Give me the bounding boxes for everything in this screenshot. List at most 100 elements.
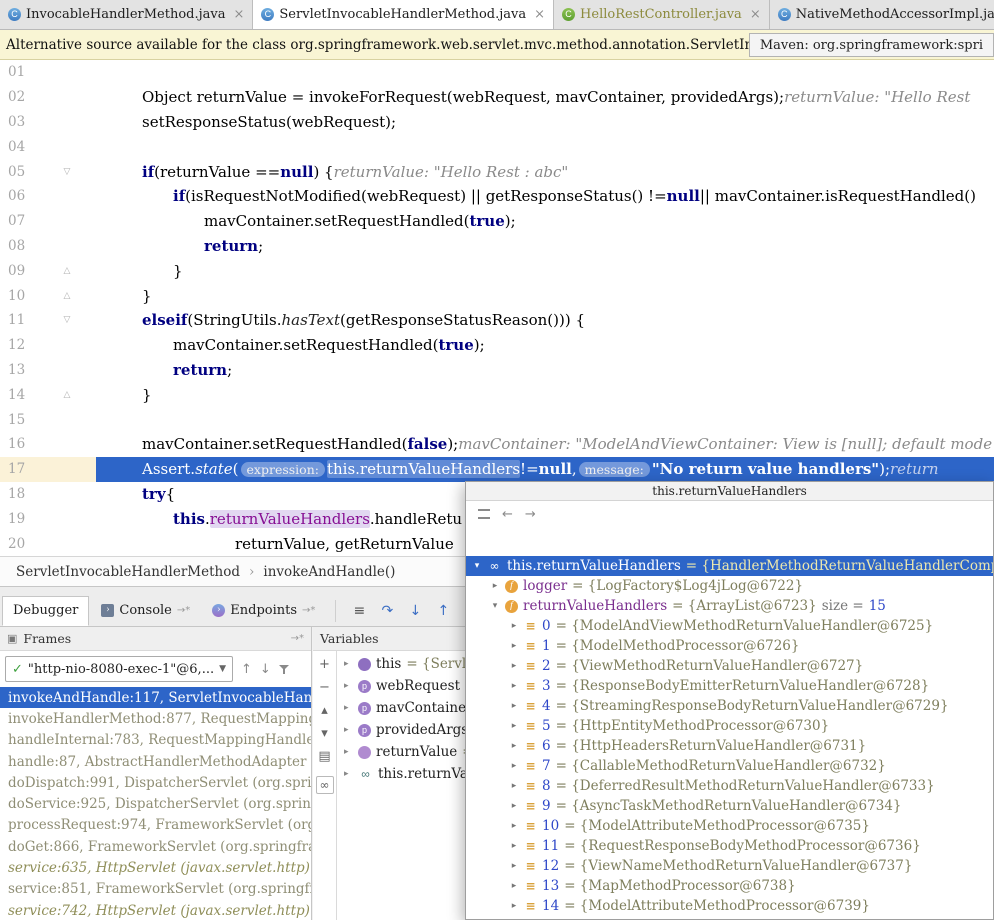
editor-tab[interactable]: CNativeMethodAccessorImpl.java×	[770, 0, 994, 29]
line-number[interactable]: 19	[0, 506, 38, 531]
tree-row[interactable]: ▸≡6 = {HttpHeadersReturnValueHandler@673…	[466, 736, 993, 756]
stack-frame-row[interactable]: service:851, FrameworkServlet (org.sprin…	[0, 879, 311, 900]
previous-frame-icon[interactable]: ↑	[241, 662, 252, 677]
line-number[interactable]: 17	[0, 457, 38, 482]
line-number[interactable]: 07	[0, 209, 38, 234]
chevron-right-icon[interactable]: ▸	[509, 741, 519, 751]
chevron-right-icon[interactable]: ▸	[344, 747, 353, 757]
chevron-right-icon[interactable]: ▸	[509, 901, 519, 911]
fold-marker-icon[interactable]: △	[38, 382, 96, 407]
fold-marker-icon[interactable]: ▽	[38, 159, 96, 184]
tree-row[interactable]: ▸≡8 = {DeferredResultMethodReturnValueHa…	[466, 776, 993, 796]
line-number[interactable]: 16	[0, 432, 38, 457]
step-into-icon[interactable]: ↓	[402, 603, 428, 619]
chevron-right-icon[interactable]: ▸	[344, 769, 353, 779]
fold-marker-icon[interactable]: △	[38, 258, 96, 283]
frames-pin-icon[interactable]: →*	[291, 633, 304, 644]
fold-marker-icon[interactable]: ▽	[38, 308, 96, 333]
line-number[interactable]: 11	[0, 308, 38, 333]
line-number[interactable]: 18	[0, 482, 38, 507]
line-number[interactable]: 01	[0, 60, 38, 85]
stack-frame-row[interactable]: invokeAndHandle:117, ServletInvocableHan…	[0, 687, 311, 708]
line-number[interactable]: 05	[0, 159, 38, 184]
close-icon[interactable]: ×	[534, 7, 545, 22]
breadcrumb-method[interactable]: invokeAndHandle()	[263, 564, 395, 580]
line-number[interactable]: 02	[0, 85, 38, 110]
remove-watch-icon[interactable]: −	[319, 680, 330, 695]
thread-dropdown[interactable]: ✓ "http-nio-8080-exec-1"@6,... ▼	[5, 656, 233, 682]
tree-row[interactable]: ▾∞this.returnValueHandlers = {HandlerMet…	[466, 556, 993, 576]
tree-row[interactable]: ▸≡13 = {MapMethodProcessor@6738}	[466, 876, 993, 896]
line-number[interactable]: 20	[0, 531, 38, 556]
close-icon[interactable]: ×	[750, 7, 761, 22]
show-watches-icon[interactable]: ∞	[316, 776, 334, 794]
line-number[interactable]: 10	[0, 283, 38, 308]
stack-frame-row[interactable]: invokeHandlerMethod:877, RequestMappingH…	[0, 708, 311, 729]
chevron-right-icon[interactable]: ▸	[509, 861, 519, 871]
editor-tab[interactable]: CHelloRestController.java×	[554, 0, 770, 29]
line-number[interactable]: 04	[0, 134, 38, 159]
tree-row[interactable]: ▸≡10 = {ModelAttributeMethodProcessor@67…	[466, 816, 993, 836]
toolwindow-tab-endpoints[interactable]: ›Endpoints→*	[202, 596, 325, 626]
step-out-icon[interactable]: ↑	[430, 603, 456, 619]
tree-row[interactable]: ▸≡4 = {StreamingResponseBodyReturnValueH…	[466, 696, 993, 716]
chevron-right-icon[interactable]: ▸	[509, 681, 519, 691]
banner-source-selector[interactable]: Maven: org.springframework:spri	[749, 33, 994, 57]
chevron-down-icon[interactable]: ▾	[490, 601, 500, 611]
line-number[interactable]: 12	[0, 333, 38, 358]
next-frame-icon[interactable]: ↓	[260, 662, 271, 677]
duplicate-watch-icon[interactable]: ▤	[318, 749, 330, 764]
tree-row[interactable]: ▸≡1 = {ModelMethodProcessor@6726}	[466, 636, 993, 656]
fold-marker-icon[interactable]: △	[38, 283, 96, 308]
toolwindow-tab-console[interactable]: ›Console→*	[91, 596, 200, 626]
line-number[interactable]: 09	[0, 258, 38, 283]
copy-value-icon[interactable]	[478, 509, 490, 519]
move-watch-up-icon[interactable]: ▴	[321, 703, 328, 718]
chevron-down-icon[interactable]: ▾	[472, 561, 482, 571]
breadcrumb-class[interactable]: ServletInvocableHandlerMethod	[16, 564, 240, 580]
chevron-right-icon[interactable]: ▸	[509, 781, 519, 791]
line-number[interactable]: 03	[0, 110, 38, 135]
chevron-right-icon[interactable]: ▸	[509, 841, 519, 851]
stack-frame-row[interactable]: handleInternal:783, RequestMappingHandle…	[0, 730, 311, 751]
chevron-right-icon[interactable]: ▸	[509, 661, 519, 671]
tree-row[interactable]: ▸≡0 = {ModelAndViewMethodReturnValueHand…	[466, 616, 993, 636]
line-number[interactable]: 06	[0, 184, 38, 209]
line-number[interactable]: 08	[0, 234, 38, 259]
stack-frame-row[interactable]: doGet:866, FrameworkServlet (org.springf…	[0, 836, 311, 857]
chevron-right-icon[interactable]: ▸	[344, 681, 353, 691]
tree-row[interactable]: ▸≡11 = {RequestResponseBodyMethodProcess…	[466, 836, 993, 856]
move-watch-down-icon[interactable]: ▾	[321, 726, 328, 741]
tree-row[interactable]: ▸≡7 = {CallableMethodReturnValueHandler@…	[466, 756, 993, 776]
chevron-right-icon[interactable]: ▸	[509, 641, 519, 651]
chevron-right-icon[interactable]: ▸	[490, 581, 500, 591]
chevron-right-icon[interactable]: ▸	[509, 621, 519, 631]
tree-row[interactable]: ▸≡9 = {AsyncTaskMethodReturnValueHandler…	[466, 796, 993, 816]
tree-row[interactable]: ▸flogger = {LogFactory$Log4jLog@6722}	[466, 576, 993, 596]
chevron-right-icon[interactable]: ▸	[509, 721, 519, 731]
layout-settings-icon[interactable]: ≡	[346, 603, 372, 619]
stack-frame-row[interactable]: service:742, HttpServlet (javax.servlet.…	[0, 900, 311, 920]
tree-row[interactable]: ▸≡14 = {ModelAttributeMethodProcessor@67…	[466, 896, 993, 916]
stack-frame-row[interactable]: handle:87, AbstractHandlerMethodAdapter …	[0, 751, 311, 772]
tree-row[interactable]: ▸≡2 = {ViewMethodReturnValueHandler@6727…	[466, 656, 993, 676]
line-number[interactable]: 13	[0, 358, 38, 383]
add-watch-icon[interactable]: +	[319, 657, 330, 672]
tree-row[interactable]: ▸≡12 = {ViewNameMethodReturnValueHandler…	[466, 856, 993, 876]
stack-frame-row[interactable]: doDispatch:991, DispatcherServlet (org.s…	[0, 772, 311, 793]
hide-library-frames-icon[interactable]	[279, 664, 290, 675]
stack-frame-row[interactable]: processRequest:974, FrameworkServlet (or…	[0, 815, 311, 836]
chevron-right-icon[interactable]: ▸	[509, 761, 519, 771]
line-number[interactable]: 15	[0, 407, 38, 432]
chevron-right-icon[interactable]: ▸	[344, 725, 353, 735]
chevron-right-icon[interactable]: ▸	[344, 703, 353, 713]
chevron-right-icon[interactable]: ▸	[344, 659, 353, 669]
editor-tab[interactable]: CInvocableHandlerMethod.java×	[0, 0, 253, 29]
stack-frame-row[interactable]: doService:925, DispatcherServlet (org.sp…	[0, 793, 311, 814]
stack-frame-row[interactable]: service:635, HttpServlet (javax.servlet.…	[0, 857, 311, 878]
back-icon[interactable]: ←	[502, 507, 513, 522]
step-over-icon[interactable]: ↷	[374, 603, 400, 619]
close-icon[interactable]: ×	[234, 7, 245, 22]
chevron-right-icon[interactable]: ▸	[509, 801, 519, 811]
line-number[interactable]: 14	[0, 382, 38, 407]
